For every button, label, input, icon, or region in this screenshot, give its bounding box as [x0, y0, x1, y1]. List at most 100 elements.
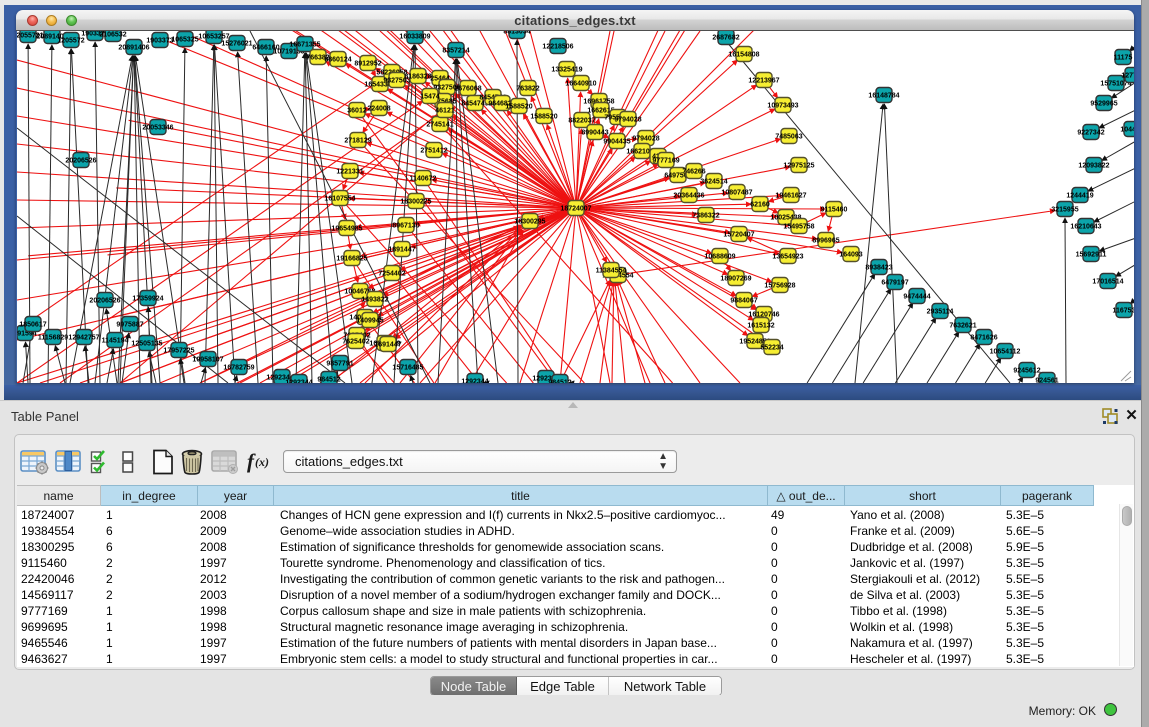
- svg-text:19461627: 19461627: [775, 192, 806, 199]
- svg-text:763822: 763822: [516, 85, 539, 92]
- svg-text:8996965: 8996965: [812, 237, 839, 244]
- svg-text:1205572: 1205572: [57, 37, 84, 44]
- svg-text:15720407: 15720407: [723, 231, 754, 238]
- svg-text:9245612: 9245612: [1013, 367, 1040, 374]
- svg-text:15716485: 15716485: [392, 364, 423, 371]
- svg-text:10688609: 10688609: [704, 253, 735, 260]
- svg-text:8860124: 8860124: [324, 56, 351, 63]
- svg-text:16782759: 16782759: [223, 364, 254, 371]
- svg-text:7632621: 7632621: [949, 322, 976, 329]
- svg-text:13325419: 13325419: [551, 66, 582, 73]
- svg-text:9857791: 9857791: [326, 360, 353, 367]
- svg-text:6479197: 6479197: [881, 279, 908, 286]
- svg-text:116753: 116753: [1113, 307, 1134, 314]
- svg-text:1409945: 1409945: [356, 317, 383, 324]
- svg-text:2745141: 2745141: [426, 121, 453, 128]
- svg-text:10973493: 10973493: [767, 102, 798, 109]
- svg-text:18300295: 18300295: [514, 218, 545, 225]
- svg-text:12505135: 12505135: [131, 340, 162, 347]
- svg-text:10653257: 10653257: [198, 33, 229, 40]
- svg-text:7625402: 7625402: [342, 338, 369, 345]
- svg-text:16148784: 16148784: [868, 92, 899, 99]
- svg-text:2106532: 2106532: [99, 31, 126, 38]
- svg-text:16033809: 16033809: [399, 33, 430, 40]
- svg-text:9115460: 9115460: [821, 206, 848, 213]
- svg-text:15495758: 15495758: [783, 223, 814, 230]
- svg-text:7386322: 7386322: [692, 212, 719, 219]
- svg-text:7254402: 7254402: [378, 270, 405, 277]
- svg-text:1903373: 1903373: [146, 37, 173, 44]
- svg-text:1615132: 1615132: [747, 322, 774, 329]
- svg-text:18724007: 18724007: [560, 205, 591, 212]
- svg-text:16671355: 16671355: [289, 41, 320, 48]
- svg-text:9227342: 9227342: [1077, 129, 1104, 136]
- svg-text:1588520: 1588520: [505, 103, 532, 110]
- svg-text:127743: 127743: [1121, 72, 1134, 79]
- svg-text:19166825: 19166825: [336, 255, 367, 262]
- svg-text:1244419: 1244419: [1066, 192, 1093, 199]
- svg-text:3624514: 3624514: [700, 178, 727, 185]
- svg-text:36012: 36012: [347, 107, 367, 114]
- svg-text:10654112: 10654112: [990, 348, 1021, 355]
- svg-text:9884067: 9884067: [730, 297, 757, 304]
- svg-text:1065325: 1065325: [171, 36, 198, 43]
- svg-text:984512: 984512: [548, 379, 571, 383]
- svg-text:9794028: 9794028: [632, 135, 659, 142]
- svg-text:746266: 746266: [682, 168, 705, 175]
- svg-text:12218506: 12218506: [542, 43, 573, 50]
- svg-text:15474: 15474: [420, 93, 440, 100]
- svg-text:46121: 46121: [435, 107, 455, 114]
- svg-text:62160: 62160: [750, 201, 770, 208]
- svg-text:2676068: 2676068: [454, 85, 481, 92]
- svg-text:16107554: 16107554: [324, 195, 355, 202]
- svg-text:19654985: 19654985: [331, 225, 362, 232]
- svg-text:12975125: 12975125: [783, 162, 814, 169]
- svg-text:9975887: 9975887: [116, 321, 143, 328]
- svg-text:11384554: 11384554: [596, 267, 627, 274]
- svg-text:2687682: 2687682: [712, 34, 739, 41]
- svg-text:8186328: 8186328: [404, 73, 431, 80]
- svg-text:16640910: 16640910: [565, 80, 596, 87]
- svg-text:1691447: 1691447: [374, 341, 401, 348]
- svg-text:20206526: 20206526: [65, 157, 96, 164]
- svg-text:8912952: 8912952: [354, 60, 381, 67]
- svg-text:1588520: 1588520: [530, 113, 557, 120]
- svg-text:1493822: 1493822: [361, 296, 388, 303]
- svg-text:16154808: 16154808: [728, 51, 759, 58]
- svg-text:8813054: 8813054: [503, 31, 530, 35]
- svg-text:15276021: 15276021: [221, 40, 252, 47]
- svg-text:9904435: 9904435: [603, 138, 630, 145]
- svg-text:17359924: 17359924: [132, 295, 163, 302]
- svg-text:984512: 984512: [317, 376, 340, 383]
- svg-text:9794028: 9794028: [614, 116, 641, 123]
- svg-text:104470: 104470: [1120, 126, 1134, 133]
- svg-text:1145194: 1145194: [102, 337, 129, 344]
- svg-text:9529965: 9529965: [1090, 100, 1117, 107]
- svg-text:3215955: 3215955: [1051, 206, 1078, 213]
- svg-text:552234: 552234: [760, 344, 783, 351]
- svg-text:16210643: 16210643: [1070, 223, 1101, 230]
- svg-text:7485063: 7485063: [775, 133, 802, 140]
- svg-text:9474444: 9474444: [903, 293, 930, 300]
- svg-text:1140672: 1140672: [410, 175, 437, 182]
- svg-text:20364436: 20364436: [673, 192, 704, 199]
- svg-text:8357214: 8357214: [442, 47, 469, 54]
- svg-text:10807487: 10807487: [721, 189, 752, 196]
- svg-text:2718129: 2718129: [344, 137, 371, 144]
- svg-text:8938423: 8938423: [865, 264, 892, 271]
- svg-text:12093822: 12093822: [1078, 162, 1109, 169]
- svg-text:15692911: 15692911: [1076, 251, 1107, 258]
- svg-text:8990443: 8990443: [581, 129, 608, 136]
- svg-text:1891447: 1891447: [388, 246, 415, 253]
- svg-text:17016514: 17016514: [1092, 278, 1123, 285]
- svg-text:11156829: 11156829: [38, 334, 68, 341]
- svg-text:11175: 11175: [1114, 54, 1133, 61]
- svg-text:18907269: 18907269: [720, 275, 751, 282]
- svg-text:924561: 924561: [1035, 377, 1058, 383]
- svg-text:8822037: 8822037: [568, 117, 595, 124]
- svg-text:2751412: 2751412: [420, 147, 447, 154]
- svg-text:12942757: 12942757: [68, 334, 99, 341]
- svg-text:8967130: 8967130: [392, 222, 419, 229]
- svg-text:20053346: 20053346: [142, 124, 173, 131]
- svg-text:2935114: 2935114: [927, 308, 954, 315]
